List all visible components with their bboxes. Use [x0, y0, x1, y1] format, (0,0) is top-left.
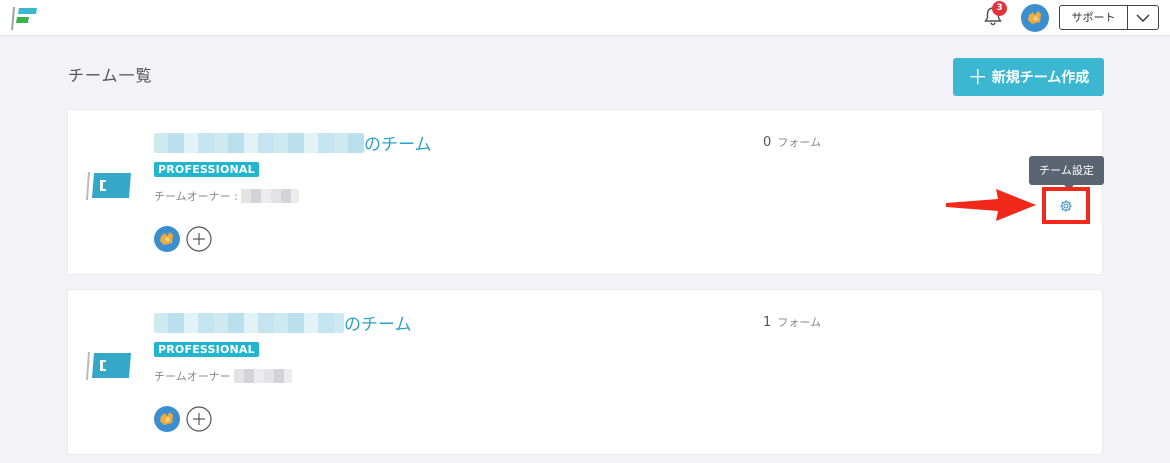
support-button[interactable]: サポート — [1060, 6, 1128, 29]
team-settings-tooltip: チーム設定 — [1029, 156, 1104, 185]
gear-icon — [1060, 199, 1072, 212]
top-bar: 3 サポート — [0, 0, 1170, 36]
form-count: 1 フォーム — [763, 314, 821, 330]
support-caret[interactable] — [1128, 6, 1158, 29]
team-name-link[interactable]: のチーム — [154, 310, 412, 335]
owner-label: チームオーナー — [154, 370, 231, 383]
add-member-icon[interactable] — [186, 226, 212, 252]
team-name-suffix: のチーム — [344, 315, 412, 335]
notification-badge: 3 — [992, 1, 1007, 16]
user-avatar-icon[interactable] — [1021, 4, 1049, 32]
chevron-down-icon — [1136, 14, 1150, 22]
team-settings-button[interactable] — [1042, 187, 1090, 224]
page-title: チーム一覧 — [68, 66, 153, 85]
form-count-value: 0 — [763, 135, 772, 150]
plan-badge: PROFESSIONAL — [154, 342, 259, 357]
redacted-team-name — [154, 132, 364, 153]
redacted-team-name — [154, 312, 344, 333]
team-card: のチーム PROFESSIONAL チームオーナー 1 フォーム — [67, 289, 1103, 455]
team-logo-icon — [86, 172, 131, 200]
team-owner: チームオーナー : — [154, 188, 299, 204]
form-count-unit: フォーム — [777, 136, 822, 149]
form-count-unit: フォーム — [777, 316, 822, 329]
team-name-link[interactable]: のチーム — [154, 130, 432, 155]
redacted-owner-name — [240, 189, 299, 203]
team-owner: チームオーナー — [154, 368, 292, 384]
add-member-icon[interactable] — [186, 406, 212, 432]
team-name-suffix: のチーム — [364, 135, 432, 155]
member-avatar-icon[interactable] — [154, 406, 180, 432]
support-dropdown[interactable]: サポート — [1059, 5, 1159, 30]
owner-label: チームオーナー : — [154, 190, 238, 203]
new-team-button[interactable]: ＋ 新規チーム作成 — [953, 58, 1104, 96]
redacted-owner-name — [233, 369, 292, 383]
plus-icon: ＋ — [967, 65, 988, 89]
plan-badge: PROFESSIONAL — [154, 162, 259, 177]
app-logo-icon[interactable] — [10, 5, 38, 31]
form-count-value: 1 — [763, 315, 772, 330]
team-logo-icon — [86, 352, 131, 380]
red-arrow-icon — [946, 189, 1036, 221]
member-avatar-icon[interactable] — [154, 226, 180, 252]
new-team-label: 新規チーム作成 — [991, 70, 1090, 86]
form-count: 0 フォーム — [763, 134, 821, 150]
